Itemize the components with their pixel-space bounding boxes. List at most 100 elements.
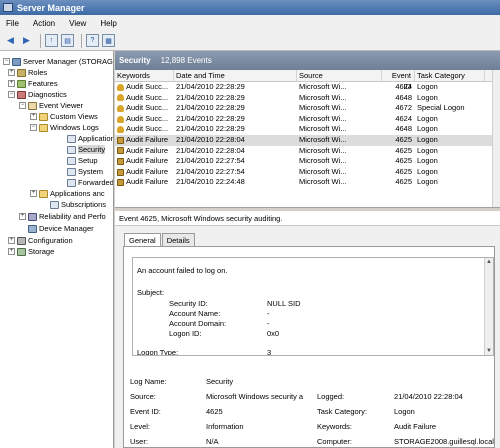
event-list-scrollbar[interactable] (492, 70, 500, 207)
message-summary: An account failed to log on. (137, 266, 228, 275)
tab-details[interactable]: Details (161, 233, 195, 246)
lock-icon (117, 147, 124, 155)
menu-action[interactable]: Action (33, 19, 55, 28)
tree-node-label: Reliability and Perfo (39, 212, 106, 221)
event-id-label: Event ID: (130, 407, 161, 416)
tree-node[interactable]: − Event Viewer (19, 100, 83, 111)
expand-icon[interactable]: + (8, 69, 15, 76)
source-value: Microsoft Windows security a (206, 392, 304, 401)
tree-node[interactable]: + Configuration (8, 235, 73, 246)
tree-node[interactable]: System (58, 166, 103, 177)
cell-date-time: 21/04/2010 22:24:48 (176, 177, 245, 187)
event-count: 12,898 Events (160, 56, 212, 65)
tree-node[interactable]: Application (58, 133, 114, 144)
scroll-up-icon[interactable]: ▲ (485, 258, 493, 266)
menu-help[interactable]: Help (100, 19, 116, 28)
log-icon (67, 167, 76, 176)
task-category-label: Task Category: (317, 407, 368, 416)
event-row[interactable]: Audit Succ... 21/04/2010 22:28:29 Microsof… (115, 103, 500, 114)
event-row[interactable]: Audit Failure 21/04/2010 22:28:04 Microsof… (115, 134, 500, 146)
column-source[interactable]: Source (297, 70, 382, 81)
expand-icon[interactable]: + (8, 237, 15, 244)
tree-node-label: Roles (28, 68, 48, 77)
key-icon (117, 115, 124, 123)
cell-source: Microsoft Wi... (299, 124, 347, 134)
properties-icon[interactable]: ▦ (102, 34, 115, 47)
column-keywords[interactable]: Keywords (115, 70, 174, 81)
up-folder-icon[interactable]: ↑ (45, 34, 58, 47)
log-header: Security 12,898 Events (115, 51, 500, 70)
tree-node-label: Application (78, 134, 114, 143)
event-row[interactable]: Audit Succ... 21/04/2010 22:28:29 Microsof… (115, 114, 500, 125)
tree-node[interactable]: Security (58, 144, 106, 155)
expand-icon[interactable]: + (19, 213, 26, 220)
folder-icon (39, 123, 48, 132)
key-icon (117, 104, 124, 112)
field-label: Security ID: (169, 299, 208, 308)
cell-task-category: Logon (417, 145, 438, 155)
rel-icon (28, 212, 37, 221)
column-event-id[interactable]: Event ID (382, 70, 415, 91)
message-subject: Subject: (137, 288, 165, 297)
event-row[interactable]: Audit Succ... 21/04/2010 22:28:29 Microsof… (115, 124, 500, 135)
logon-type-value: 3 (267, 348, 272, 356)
scroll-down-icon[interactable]: ▼ (485, 347, 493, 355)
event-row[interactable]: Audit Failure 21/04/2010 22:24:48 Microsof… (115, 177, 500, 188)
tree-node[interactable]: Forwarded E (58, 177, 113, 188)
cell-task-category: Logon (417, 166, 438, 176)
detail-tabs: General Details (124, 233, 196, 247)
column-task-category[interactable]: Task Category (415, 70, 485, 81)
collapse-icon[interactable]: − (3, 58, 10, 65)
cell-keywords: Audit Succ... (115, 93, 174, 104)
message-scrollbar[interactable]: ▲ ▼ (484, 258, 493, 355)
collapse-icon[interactable]: − (19, 102, 26, 109)
tree-node[interactable]: Setup (58, 155, 98, 166)
menu-file[interactable]: File (6, 19, 19, 28)
show-hide-tree-icon[interactable]: ▤ (61, 34, 74, 47)
tab-general[interactable]: General (124, 233, 161, 247)
cell-event-id: 4625 (395, 166, 412, 176)
logged-value: 21/04/2010 22:28:04 (394, 392, 463, 401)
expand-icon[interactable]: + (30, 190, 37, 197)
tree-node[interactable]: + Reliability and Perfo (19, 211, 106, 222)
general-panel: An account failed to log on. Subject: Se… (123, 246, 495, 448)
expand-icon[interactable]: + (30, 113, 37, 120)
tree-node[interactable]: + Custom Views (30, 111, 98, 122)
keywords-text: Audit Succ... (126, 103, 169, 113)
tree-node-label: Custom Views (50, 112, 98, 121)
keywords-value: Audit Failure (394, 422, 437, 431)
event-id-value: 4625 (206, 407, 223, 416)
column-date-time[interactable]: Date and Time (174, 70, 297, 81)
menu-view[interactable]: View (69, 19, 86, 28)
tree-node[interactable]: − Diagnostics (8, 89, 67, 100)
tree-node[interactable]: Subscriptions (41, 199, 106, 210)
tree-node[interactable]: + Storage (8, 246, 54, 257)
tree-node[interactable]: + Features (8, 78, 58, 89)
tree-node-label: Server Manager (STORAGE2 (23, 57, 114, 66)
tree-node[interactable]: + Applications anc (30, 188, 105, 199)
sto-icon (17, 247, 26, 256)
event-row[interactable]: Audit Succ... 21/04/2010 22:28:29 Microsof… (115, 82, 500, 93)
expand-icon[interactable]: + (8, 80, 15, 87)
help-icon[interactable]: ? (86, 34, 99, 47)
event-row[interactable]: Audit Succ... 21/04/2010 22:28:29 Microsof… (115, 93, 500, 104)
event-row[interactable]: Audit Failure 21/04/2010 22:28:04 Microsof… (115, 146, 500, 157)
tree-node[interactable]: − Server Manager (STORAGE2 (3, 56, 114, 67)
event-row[interactable]: Audit Failure 21/04/2010 22:27:54 Microsof… (115, 156, 500, 167)
collapse-icon[interactable]: − (8, 91, 15, 98)
cell-task-category: Logon (417, 82, 438, 91)
tree-node-label: Features (28, 79, 58, 88)
toolbar: ◀ ▶ ↑ ▤ ? ▦ (0, 31, 500, 51)
tree-spacer (58, 168, 65, 175)
expand-icon[interactable]: + (8, 248, 15, 255)
tree-node[interactable]: Device Manager (19, 223, 94, 234)
cell-task-category: Special Logon (417, 103, 465, 113)
back-arrow-icon[interactable]: ◀ (4, 34, 17, 47)
tree-node[interactable]: − Windows Logs (30, 122, 99, 133)
tree-node[interactable]: + Roles (8, 67, 47, 78)
event-row[interactable]: Audit Failure 21/04/2010 22:27:54 Microsof… (115, 167, 500, 178)
event-message-box[interactable]: An account failed to log on. Subject: Se… (132, 257, 494, 356)
forward-arrow-icon[interactable]: ▶ (20, 34, 33, 47)
collapse-icon[interactable]: − (30, 124, 37, 131)
cell-date-time: 21/04/2010 22:27:54 (176, 156, 245, 166)
